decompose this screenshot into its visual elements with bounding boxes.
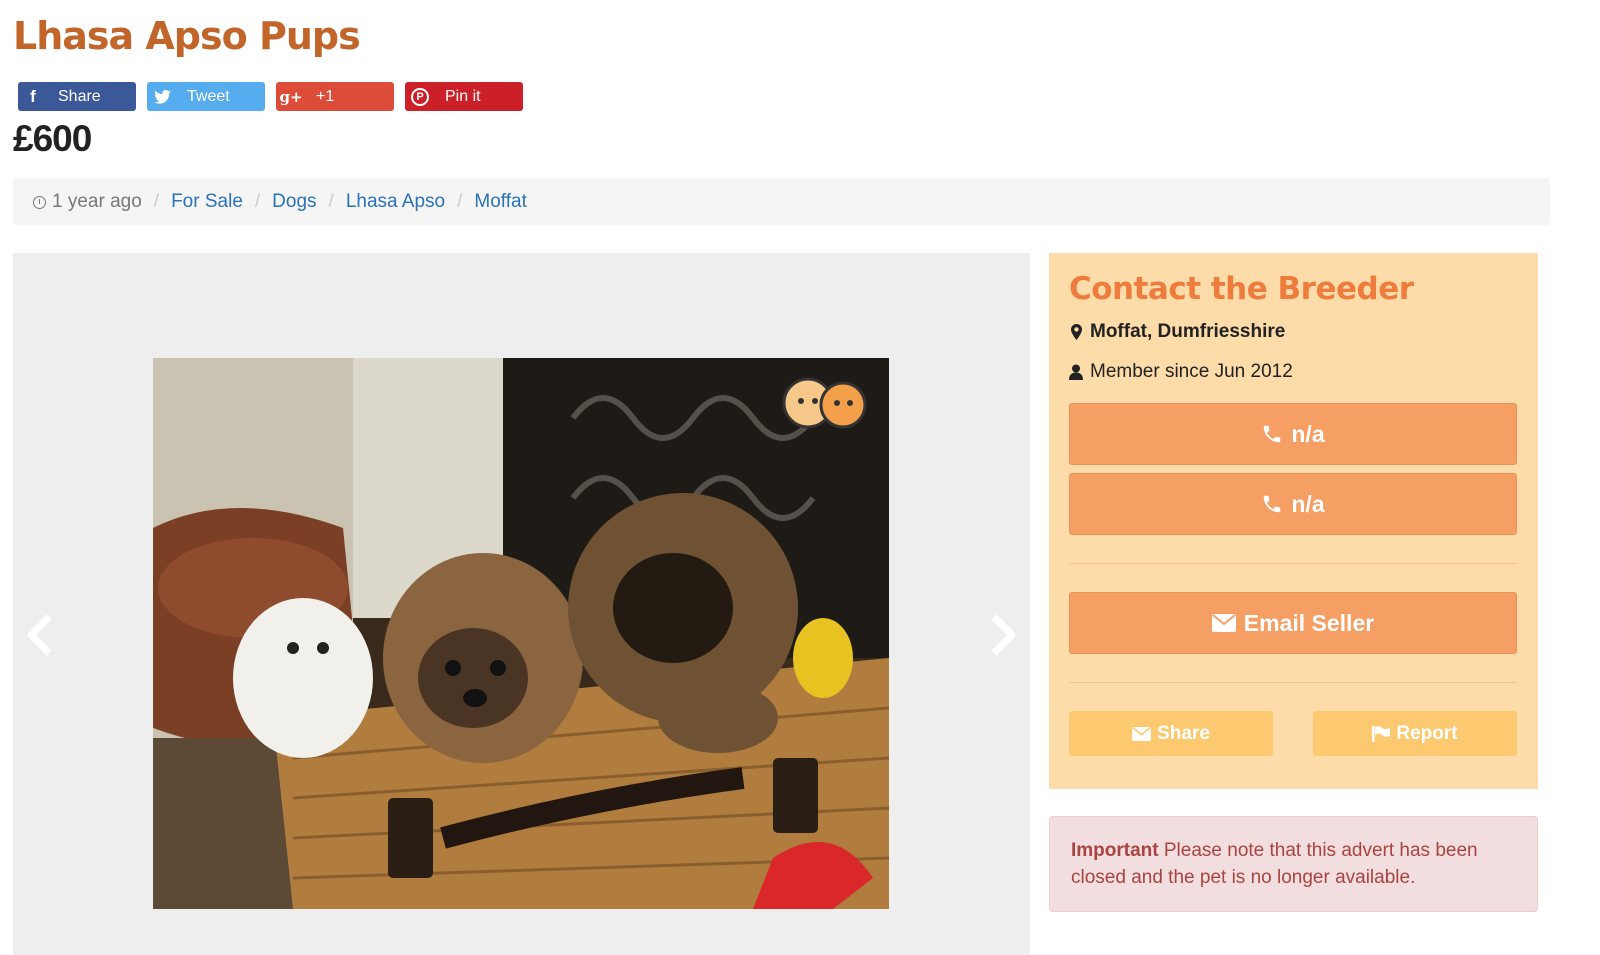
phone-icon [1261, 493, 1283, 515]
phone-icon [1261, 423, 1283, 445]
clock-icon [33, 196, 46, 209]
phone-button-2[interactable]: n/a [1069, 473, 1517, 535]
breadcrumb-for-sale[interactable]: For Sale [171, 191, 243, 213]
twitter-tweet-button[interactable]: Tweet [147, 82, 265, 111]
photo-gallery [13, 253, 1030, 955]
listing-price: £600 [13, 118, 92, 159]
facebook-icon: f [30, 86, 36, 106]
seller-location: Moffat, Dumfriesshire [1069, 321, 1518, 343]
phone-button-1[interactable]: n/a [1069, 403, 1517, 465]
phone-1-label: n/a [1291, 420, 1325, 447]
page-title: Lhasa Apso Pups [13, 14, 361, 58]
breadcrumb-moffat[interactable]: Moffat [474, 191, 526, 213]
report-listing-label: Report [1396, 722, 1458, 744]
phone-2-label: n/a [1291, 490, 1325, 517]
member-since: Member since Jun 2012 [1069, 361, 1518, 383]
email-seller-label: Email Seller [1243, 609, 1375, 636]
user-icon [1069, 364, 1083, 380]
google-plus-icon: g+ [279, 87, 303, 106]
location-text: Moffat, Dumfriesshire [1090, 321, 1286, 342]
breadcrumb-lhasa-apso[interactable]: Lhasa Apso [346, 191, 445, 213]
breadcrumb: 1 year ago / For Sale / Dogs / Lhasa Aps… [13, 178, 1550, 225]
map-marker-icon [1069, 324, 1083, 340]
flag-icon [1372, 725, 1391, 742]
pinterest-pin-label: Pin it [445, 87, 481, 105]
envelope-icon [1211, 614, 1236, 632]
chevron-left-icon[interactable] [25, 613, 55, 657]
envelope-icon [1132, 726, 1151, 741]
pinterest-pin-button[interactable]: P Pin it [405, 82, 523, 111]
divider [1069, 682, 1517, 683]
facebook-share-button[interactable]: f Share [18, 82, 136, 111]
secondary-actions: Share Report [1069, 711, 1517, 756]
chevron-right-icon[interactable] [988, 613, 1018, 657]
divider [1069, 563, 1517, 564]
email-seller-button[interactable]: Email Seller [1069, 592, 1517, 654]
twitter-tweet-label: Tweet [187, 87, 230, 105]
google-plus-button[interactable]: g+ +1 [276, 82, 394, 111]
pinterest-icon: P [405, 82, 435, 111]
share-listing-label: Share [1157, 722, 1210, 744]
social-share-bar: f Share Tweet g+ +1 P Pin it [18, 82, 523, 111]
listing-photo [153, 358, 889, 909]
contact-heading: Contact the Breeder [1069, 271, 1414, 307]
facebook-share-label: Share [58, 87, 101, 105]
breadcrumb-dogs[interactable]: Dogs [272, 191, 316, 213]
alert-strong: Important [1071, 840, 1159, 861]
share-listing-button[interactable]: Share [1069, 711, 1273, 756]
twitter-icon [147, 82, 177, 111]
member-since-text: Member since Jun 2012 [1090, 361, 1293, 382]
listing-age: 1 year ago [52, 190, 142, 212]
google-plus-label: +1 [316, 87, 335, 105]
report-listing-button[interactable]: Report [1313, 711, 1517, 756]
closed-advert-alert: Important Please note that this advert h… [1049, 816, 1538, 912]
contact-breeder-panel: Contact the Breeder Moffat, Dumfriesshir… [1049, 253, 1538, 789]
